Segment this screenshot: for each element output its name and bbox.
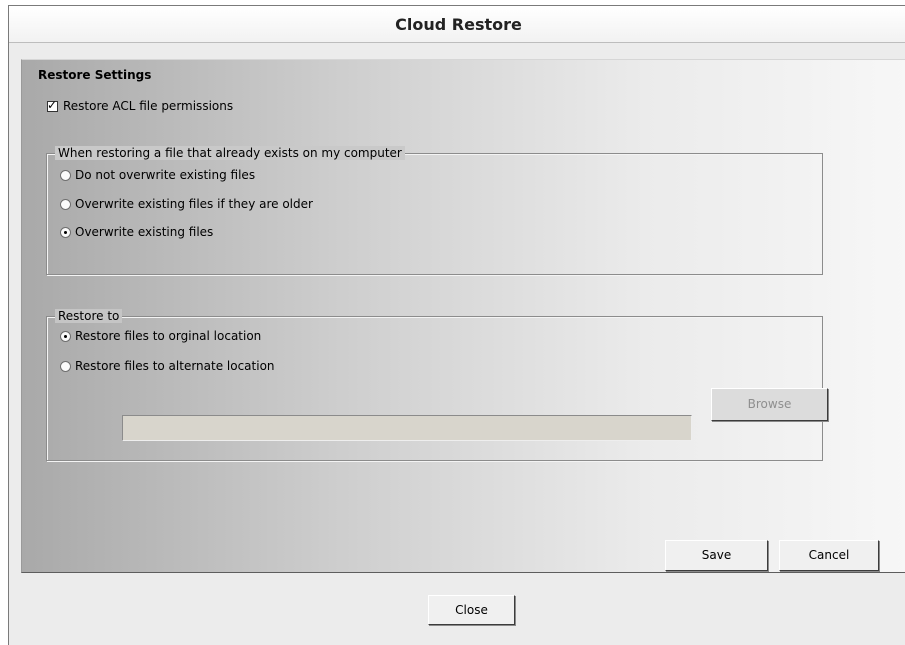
radio-original-location-label: Restore files to orginal location — [75, 329, 262, 343]
radio-alternate-location-label: Restore files to alternate location — [75, 359, 275, 373]
restore-acl-checkbox-row[interactable]: ✓ Restore ACL file permissions — [47, 97, 234, 113]
restore-settings-panel: Restore Settings ✓ Restore ACL file perm… — [21, 59, 905, 573]
radio-overwrite-all[interactable] — [60, 226, 71, 238]
radio-no-overwrite[interactable] — [60, 169, 71, 181]
overwrite-options-group: When restoring a file that already exist… — [46, 146, 823, 275]
browse-button[interactable]: Browse — [711, 388, 828, 421]
radio-alternate-location[interactable] — [60, 360, 71, 372]
section-title: Restore Settings — [38, 68, 152, 82]
restore-to-legend: Restore to — [55, 309, 123, 323]
restore-acl-label: Restore ACL file permissions — [63, 99, 234, 113]
radio-overwrite-older-label: Overwrite existing files if they are old… — [75, 197, 313, 211]
radio-row-overwrite-older[interactable]: Overwrite existing files if they are old… — [60, 197, 313, 211]
radio-overwrite-all-label: Overwrite existing files — [75, 225, 214, 239]
radio-row-original-location[interactable]: Restore files to orginal location — [60, 329, 261, 343]
close-button[interactable]: Close — [428, 595, 515, 625]
checkmark-icon: ✓ — [47, 97, 58, 112]
radio-no-overwrite-label: Do not overwrite existing files — [75, 168, 256, 182]
restore-acl-checkbox[interactable]: ✓ — [47, 97, 58, 112]
radio-row-alternate-location[interactable]: Restore files to alternate location — [60, 359, 275, 373]
dialog-footer: Close — [9, 573, 905, 643]
alternate-location-path-input[interactable] — [122, 415, 692, 441]
radio-row-overwrite-all[interactable]: Overwrite existing files — [60, 225, 213, 239]
restore-to-group: Restore to Restore files to orginal loca… — [46, 309, 828, 461]
window-title: Cloud Restore — [9, 6, 905, 43]
cloud-restore-window: Cloud Restore Restore Settings ✓ Restore… — [8, 5, 905, 645]
radio-original-location[interactable] — [60, 330, 71, 342]
radio-row-no-overwrite[interactable]: Do not overwrite existing files — [60, 168, 255, 182]
save-button[interactable]: Save — [665, 540, 768, 571]
overwrite-group-legend: When restoring a file that already exist… — [55, 146, 405, 160]
radio-overwrite-older[interactable] — [60, 198, 71, 210]
cancel-button[interactable]: Cancel — [779, 540, 879, 571]
